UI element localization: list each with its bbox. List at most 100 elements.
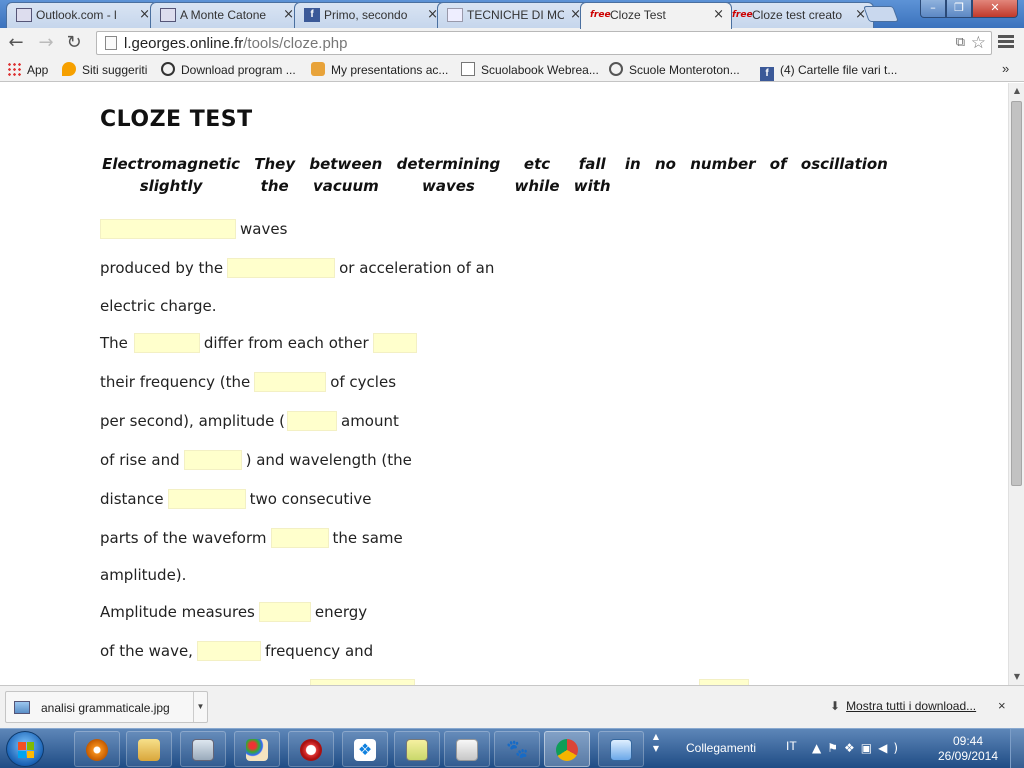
clock-time: 09:44 xyxy=(952,734,984,748)
address-bar[interactable]: l.georges.online.fr/tools/cloze.php ⧉ ☆ xyxy=(96,31,992,55)
cloze-text: of the wave, xyxy=(100,642,193,660)
taskbar-sticky-calc[interactable] xyxy=(394,731,440,767)
bookmark-apps[interactable]: App xyxy=(7,62,48,78)
taskbar-dropbox[interactable]: ❖ xyxy=(342,731,388,767)
close-icon[interactable]: × xyxy=(713,7,724,22)
cloze-text: per second), amplitude ( xyxy=(100,412,285,430)
chrome-menu-icon[interactable] xyxy=(998,35,1014,49)
cloze-line: produced by the or acceleration of an xyxy=(100,258,494,278)
bookmark-star-icon[interactable]: ☆ xyxy=(971,33,986,53)
cloze-blank-input[interactable] xyxy=(133,333,200,353)
links-toolbar-label[interactable]: Collegamenti xyxy=(686,741,756,755)
download-menu-chevron-icon[interactable]: ▼ xyxy=(193,692,207,722)
tab-tecniche[interactable]: TECNICHE DI MO × xyxy=(437,2,589,28)
show-all-downloads-link[interactable]: Mostra tutti i download... xyxy=(846,699,976,713)
tab-cloze-test-creator[interactable]: free Cloze test creato × xyxy=(722,2,874,28)
scroll-thumb[interactable] xyxy=(1011,101,1022,486)
taskbar-scroll-arrows[interactable]: ▲ ▼ xyxy=(650,731,662,767)
tab-primo-secondo[interactable]: f Primo, secondo × xyxy=(294,2,446,28)
close-icon[interactable]: × xyxy=(283,7,294,22)
cloze-blank-input[interactable] xyxy=(196,641,261,661)
taskbar-snipping-tool[interactable] xyxy=(288,731,334,767)
download-shelf: analisi grammaticale.jpg ▼ ⬇ Mostra tutti… xyxy=(0,685,1024,728)
minimize-button[interactable]: – xyxy=(920,0,946,18)
cloze-text: of cycles xyxy=(330,373,397,391)
taskbar-chrome[interactable] xyxy=(544,731,590,767)
volume-icon[interactable]: ◀) xyxy=(878,741,904,755)
tab-outlook[interactable]: Outlook.com - l × xyxy=(6,2,158,28)
taskbar-paint[interactable] xyxy=(234,731,280,767)
bookmark-cartelle-file[interactable]: f (4) Cartelle file vari t... xyxy=(760,62,897,81)
mail-icon xyxy=(16,8,32,22)
taskbar-media-player[interactable] xyxy=(74,731,120,767)
bookmark-scuolabook[interactable]: Scuolabook Webrea... xyxy=(461,62,599,78)
arrow-right-icon: → xyxy=(38,32,54,53)
download-file-name: analisi grammaticale.jpg xyxy=(41,701,170,715)
network-icon[interactable]: ▣ xyxy=(861,741,878,755)
start-button[interactable] xyxy=(6,731,44,767)
bookmark-scuole-monterotondo[interactable]: Scuole Monteroton... xyxy=(609,62,740,78)
back-button[interactable]: ← xyxy=(6,33,26,53)
tray-expand-icon[interactable]: ▲ xyxy=(812,741,827,755)
cloze-blank-input[interactable] xyxy=(183,450,242,470)
presentation-icon xyxy=(311,62,325,76)
url-text[interactable]: l.georges.online.fr/tools/cloze.php xyxy=(124,35,347,52)
flag-icon[interactable]: ⚑ xyxy=(827,741,844,755)
media-player-icon xyxy=(86,739,108,761)
cloze-line: electric charge. xyxy=(100,297,216,315)
language-indicator[interactable]: IT xyxy=(786,739,797,753)
scroll-down-icon[interactable]: ▼ xyxy=(1009,669,1024,685)
bookmark-my-presentations[interactable]: My presentations ac... xyxy=(311,62,448,78)
facebook-icon: f xyxy=(760,67,774,81)
tab-label: Cloze test creato xyxy=(752,8,843,22)
show-all-downloads[interactable]: ⬇ Mostra tutti i download... xyxy=(830,699,976,713)
taskbar-teamviewer[interactable] xyxy=(598,731,644,767)
cloze-text: The xyxy=(100,334,128,352)
download-item[interactable]: analisi grammaticale.jpg ▼ xyxy=(5,691,208,723)
close-icon[interactable]: × xyxy=(139,7,150,22)
new-tab-button[interactable] xyxy=(863,6,899,22)
maximize-button[interactable]: ❐ xyxy=(946,0,972,18)
chrome-icon xyxy=(556,739,578,761)
radio-icon xyxy=(609,62,623,76)
cloze-blank-input[interactable] xyxy=(287,411,337,431)
bookmark-siti-suggeriti[interactable]: Siti suggeriti xyxy=(62,62,147,78)
cloze-blank-input[interactable] xyxy=(372,333,417,353)
reload-button[interactable]: ↻ xyxy=(64,33,84,53)
bookmark-download-program[interactable]: Download program ... xyxy=(161,62,296,78)
cloze-blank-input[interactable] xyxy=(270,528,329,548)
system-tray-icons[interactable]: ▲⚑❖▣◀) xyxy=(812,741,904,755)
bookmarks-overflow-icon[interactable]: » xyxy=(1002,61,1009,76)
tab-label: Primo, secondo xyxy=(324,8,408,22)
bookmark-label: My presentations ac... xyxy=(331,63,449,77)
clock[interactable]: 09:44 26/09/2014 xyxy=(936,734,1000,764)
cloze-line: waves xyxy=(100,219,287,239)
cloze-blank-input[interactable] xyxy=(254,372,327,392)
cloze-text: differ from each other xyxy=(203,334,369,352)
cloze-blank-input[interactable] xyxy=(258,602,311,622)
show-desktop-button[interactable] xyxy=(1010,729,1024,768)
forward-button[interactable]: → xyxy=(36,33,56,53)
taskbar-pdf[interactable] xyxy=(444,731,490,767)
window-close-button[interactable]: ✕ xyxy=(972,0,1018,18)
word-bank-item: in xyxy=(624,155,641,173)
taskbar-paw-app[interactable]: 🐾 xyxy=(494,731,540,767)
bookmarks-bar: App Siti suggeriti Download program ... … xyxy=(0,58,1024,82)
dropbox-tray-icon[interactable]: ❖ xyxy=(844,741,861,755)
close-icon[interactable]: × xyxy=(998,698,1006,713)
translate-icon[interactable]: ⧉ xyxy=(956,35,965,50)
cloze-blank-input[interactable] xyxy=(100,219,236,239)
tab-monte-catone[interactable]: A Monte Catone × xyxy=(150,2,302,28)
cloze-blank-input[interactable] xyxy=(227,258,336,278)
taskbar-explorer[interactable] xyxy=(126,731,172,767)
cloze-text: their frequency (the xyxy=(100,373,251,391)
cloze-blank-input[interactable] xyxy=(167,489,246,509)
browser-tab-strip: Outlook.com - l × A Monte Catone × f Pri… xyxy=(0,0,1024,29)
word-bank-item: etc xyxy=(523,155,551,173)
word-bank-item: slightly xyxy=(139,177,203,195)
facebook-icon: f xyxy=(304,8,320,22)
vertical-scrollbar[interactable]: ▲ ▼ xyxy=(1008,83,1024,685)
tab-cloze-test[interactable]: free Cloze Test × xyxy=(580,2,732,29)
taskbar-calculator[interactable] xyxy=(180,731,226,767)
scroll-up-icon[interactable]: ▲ xyxy=(1009,83,1024,99)
